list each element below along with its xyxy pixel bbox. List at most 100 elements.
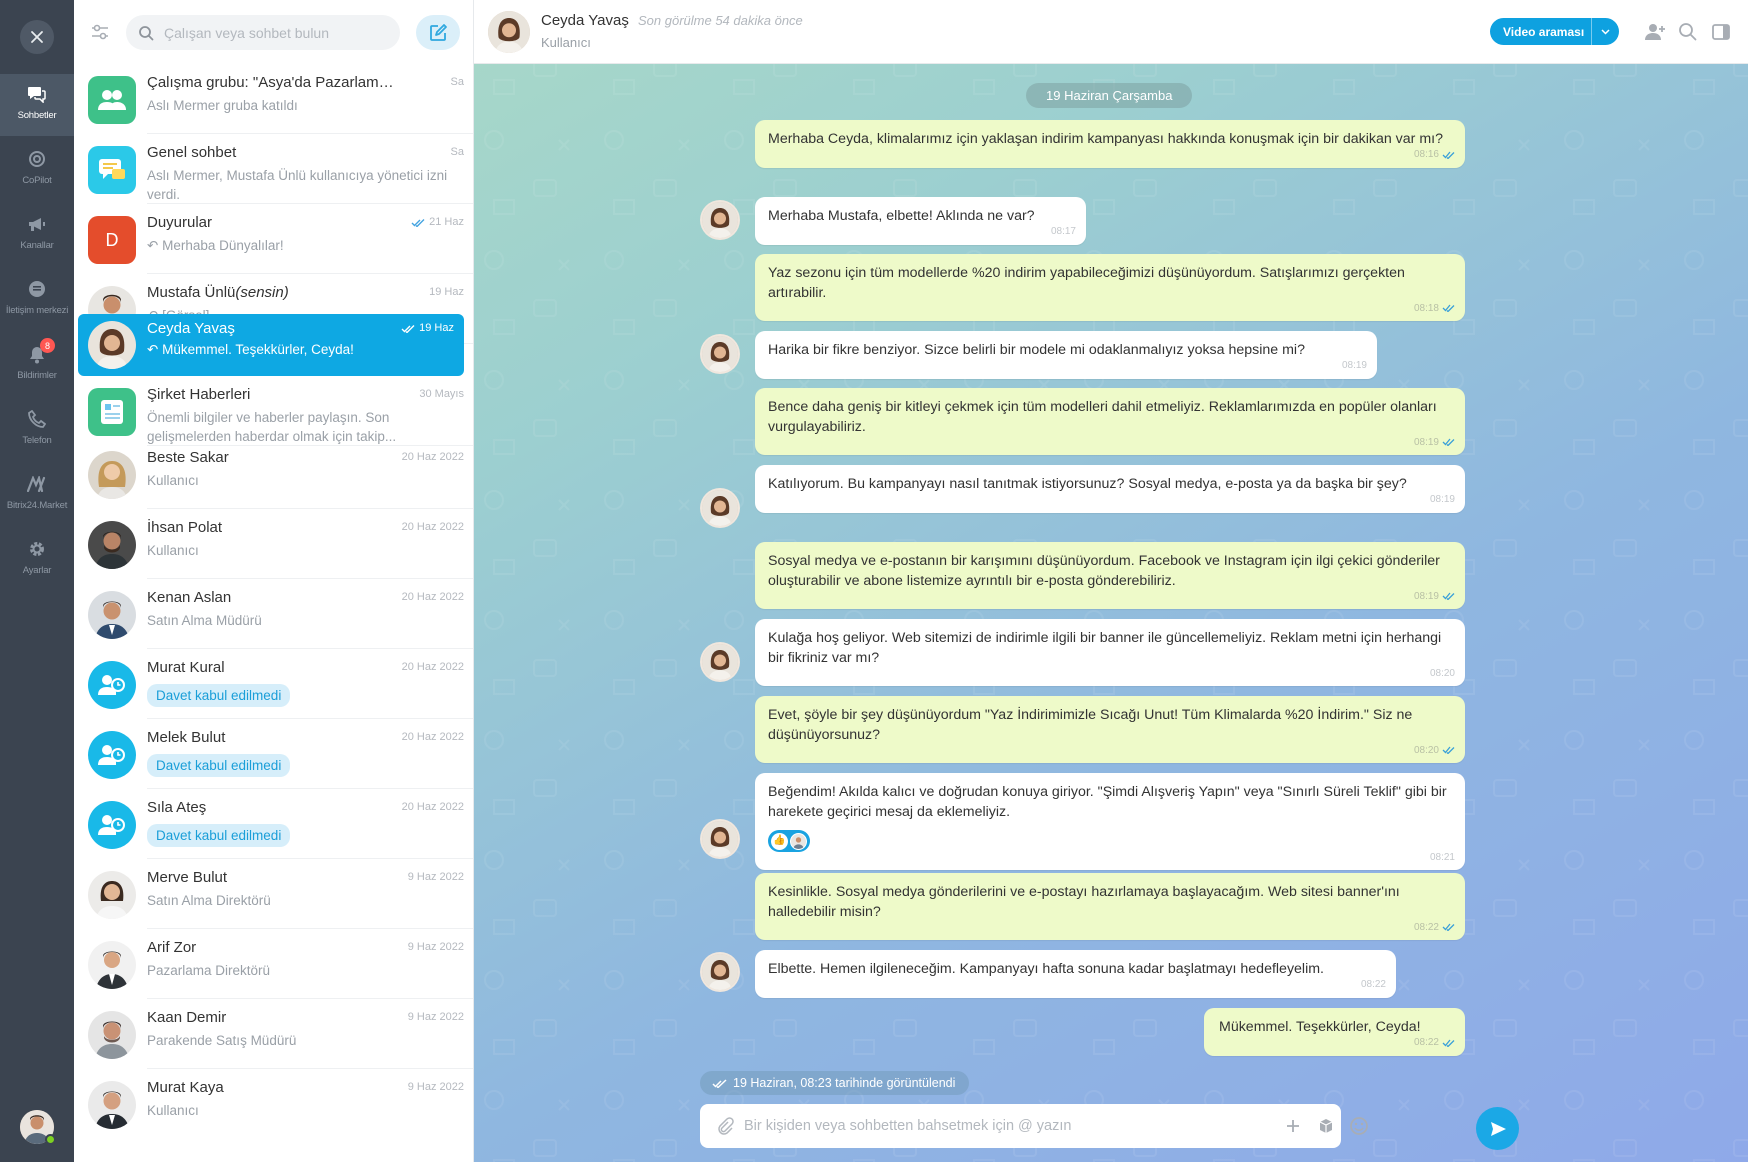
- chat-item[interactable]: Merve Bulut 9 Haz 2022 Satın Alma Direkt…: [74, 859, 473, 929]
- chat-date: 9 Haz 2022: [408, 871, 464, 883]
- chat-date-text: 9 Haz 2022: [407, 871, 464, 883]
- chat-name-text: Mustafa Ünlü: [147, 284, 236, 301]
- chat-date-text: 20 Haz 2022: [401, 801, 464, 813]
- user-clock-icon: [98, 815, 125, 835]
- chat-item[interactable]: Genel sohbet Sa Aslı Mermer, Mustafa Ünl…: [74, 134, 473, 204]
- message-incoming[interactable]: Merhaba Mustafa, elbette! Aklında ne var…: [755, 197, 1086, 245]
- contact-avatar[interactable]: [488, 11, 530, 53]
- rail-item-channels[interactable]: Kanallar: [0, 204, 74, 266]
- message-composer[interactable]: [700, 1104, 1368, 1148]
- message-incoming[interactable]: Katılıyorum. Bu kampanyayı nasıl tanıtma…: [755, 465, 1465, 513]
- new-chat-button[interactable]: [416, 15, 460, 50]
- message-incoming[interactable]: Beğendim! Akılda kalıcı ve doğrudan konu…: [755, 773, 1465, 870]
- search-icon[interactable]: [1677, 21, 1699, 43]
- message-text: Sosyal medya ve e-postanın bir karışımın…: [768, 553, 1440, 589]
- add-user-icon[interactable]: [1644, 21, 1666, 43]
- invite-pending-badge: Davet kabul edilmedi: [147, 684, 291, 707]
- message-time: 08:17: [1050, 226, 1076, 237]
- sender-avatar[interactable]: [700, 488, 740, 528]
- rail-label: Sohbetler: [17, 110, 57, 121]
- chat-preview: Aslı Mermer, Mustafa Ünlü kullanıcıya yö…: [147, 168, 448, 202]
- message-outgoing[interactable]: Bence daha geniş bir kitleyi çekmek için…: [755, 388, 1465, 455]
- reply-icon: ↶: [147, 342, 159, 357]
- chat-item[interactable]: Murat Kaya 9 Haz 2022 Kullanıcı: [74, 1069, 473, 1139]
- message-outgoing[interactable]: Evet, şöyle bir şey düşünüyordum "Yaz İn…: [755, 696, 1465, 763]
- chat-item[interactable]: Çalışma grubu: "Asya'da Pazarlama Pr... …: [74, 64, 473, 134]
- sender-avatar[interactable]: [700, 334, 740, 374]
- chat-item[interactable]: Murat Kural 20 Haz 2022 Davet kabul edil…: [74, 649, 473, 719]
- rail-item-phone[interactable]: Telefon: [0, 399, 74, 461]
- close-button[interactable]: [20, 20, 54, 54]
- message-time: 08:21: [1429, 851, 1455, 863]
- sender-avatar[interactable]: [700, 200, 740, 240]
- sender-avatar[interactable]: [700, 952, 740, 992]
- rail-item-contact-center[interactable]: İletişim merkezi: [0, 269, 74, 331]
- message-text: Beğendim! Akılda kalıcı ve doğrudan konu…: [768, 784, 1447, 820]
- rail-item-notifications[interactable]: 8 Bildirimler: [0, 334, 74, 396]
- message-meta: 08:18: [1414, 299, 1455, 319]
- copilot-icon: [26, 148, 48, 170]
- chat-item[interactable]: Beste Sakar 20 Haz 2022 Kullanıcı: [74, 439, 473, 509]
- plus-icon[interactable]: [1282, 1115, 1304, 1137]
- chat-date-text: 9 Haz 2022: [407, 1081, 464, 1093]
- chat-preview: Satın Alma Müdürü: [147, 613, 262, 628]
- chat-date-text: 20 Haz 2022: [401, 661, 464, 673]
- chat-list-panel: Çalışma grubu: "Asya'da Pazarlama Pr... …: [74, 0, 474, 1162]
- chat-item[interactable]: Kenan Aslan 20 Haz 2022 Satın Alma Müdür…: [74, 579, 473, 649]
- chat-date-text: 20 Haz 2022: [401, 731, 464, 743]
- message-incoming[interactable]: Harika bir fikre benziyor. Sizce belirli…: [755, 331, 1377, 379]
- chat-preview: Parakende Satış Müdürü: [147, 1033, 297, 1048]
- message-outgoing[interactable]: Merhaba Ceyda, klimalarımız için yaklaşa…: [755, 120, 1465, 168]
- chat-item[interactable]: İhsan Polat 20 Haz 2022 Kullanıcı: [74, 509, 473, 579]
- message-input[interactable]: [744, 1118, 1224, 1134]
- contact-name[interactable]: Ceyda Yavaş: [541, 12, 629, 29]
- message-outgoing[interactable]: Kesinlikle. Sosyal medya gönderilerini v…: [755, 873, 1465, 940]
- reply-icon: ↶: [147, 238, 159, 253]
- sender-avatar[interactable]: [700, 642, 740, 682]
- chat-item-active[interactable]: Ceyda Yavaş 19 Haz ↶ Mükemmel. Teşekkürl…: [78, 314, 464, 376]
- invite-pending-badge: Davet kabul edilmedi: [147, 824, 291, 847]
- current-user-avatar[interactable]: [20, 1110, 56, 1145]
- send-button[interactable]: [1476, 1107, 1519, 1150]
- video-call-dropdown[interactable]: [1591, 18, 1619, 45]
- chat-date: 30 Mayıs: [419, 388, 464, 400]
- rail-item-market[interactable]: Bitrix24.Market: [0, 464, 74, 526]
- sidebar-toggle-icon[interactable]: [1710, 21, 1732, 43]
- message-incoming[interactable]: Kulağa hoş geliyor. Web sitemizi de indi…: [755, 619, 1465, 686]
- template-icon[interactable]: [1315, 1115, 1337, 1137]
- rail-item-chats[interactable]: Sohbetler: [0, 74, 74, 136]
- chat-item[interactable]: Kaan Demir 9 Haz 2022 Parakende Satış Mü…: [74, 999, 473, 1069]
- chat-item[interactable]: Melek Bulut 20 Haz 2022 Davet kabul edil…: [74, 719, 473, 789]
- chat-item[interactable]: Şirket Haberleri 30 Mayıs Önemli bilgile…: [74, 376, 473, 446]
- message-time: 08:19: [1413, 590, 1439, 602]
- message-meta: 08:16: [1414, 145, 1455, 165]
- filter-icon[interactable]: [88, 20, 112, 44]
- search-input[interactable]: [164, 24, 384, 41]
- message-outgoing[interactable]: Yaz sezonu için tüm modellerde %20 indir…: [755, 254, 1465, 321]
- message-outgoing[interactable]: Sosyal medya ve e-postanın bir karışımın…: [755, 542, 1465, 609]
- message-incoming[interactable]: Elbette. Hemen ilgileneceğim. Kampanyayı…: [755, 950, 1396, 998]
- chat-item[interactable]: Sıla Ateş 20 Haz 2022 Davet kabul edilme…: [74, 789, 473, 859]
- rail-item-settings[interactable]: Ayarlar: [0, 529, 74, 591]
- search-box[interactable]: [126, 15, 400, 50]
- chat-item[interactable]: Arif Zor 9 Haz 2022 Pazarlama Direktörü: [74, 929, 473, 999]
- chat-name: Genel sohbet: [147, 144, 237, 161]
- like-reaction-icon: 👍: [771, 832, 788, 850]
- chat-name: İhsan Polat: [147, 519, 223, 536]
- chat-item[interactable]: D Duyurular 21 Haz ↶ Merhaba Dünyalılar!: [74, 204, 473, 274]
- message-meta: 08:19: [1414, 433, 1455, 453]
- paperclip-icon[interactable]: [716, 1117, 734, 1135]
- message-text: Merhaba Ceyda, klimalarımız için yaklaşa…: [768, 131, 1443, 147]
- message-outgoing[interactable]: Mükemmel. Teşekkürler, Ceyda! 08:22: [1204, 1008, 1465, 1056]
- chat-date: 20 Haz 2022: [402, 801, 464, 813]
- read-check-icon: [1442, 592, 1455, 601]
- rail-item-copilot[interactable]: CoPilot: [0, 139, 74, 201]
- chat-preview: Kullanıcı: [147, 543, 199, 558]
- chat-preview: Kullanıcı: [147, 1103, 199, 1118]
- rail-label: Bildirimler: [17, 370, 57, 381]
- video-call-button[interactable]: Video araması: [1490, 18, 1619, 45]
- message-reactions[interactable]: 👍: [768, 830, 810, 852]
- sender-avatar[interactable]: [700, 819, 740, 859]
- emoji-icon[interactable]: [1348, 1115, 1370, 1137]
- chat-date: 20 Haz 2022: [402, 451, 464, 463]
